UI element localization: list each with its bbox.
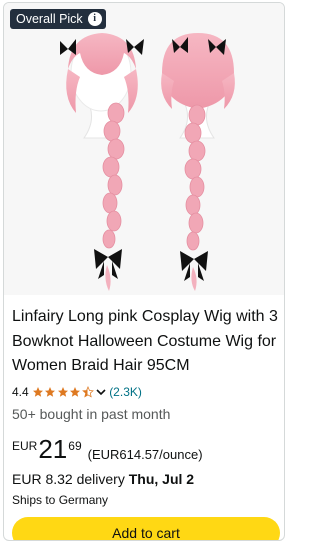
product-image[interactable]: Overall Pick i bbox=[4, 3, 284, 295]
wig-back-view bbox=[161, 33, 235, 291]
price-currency: EUR bbox=[12, 439, 38, 453]
wig-front-view bbox=[60, 33, 144, 291]
star-full-icon bbox=[70, 387, 81, 397]
price-fraction: 69 bbox=[68, 439, 82, 453]
badge-label: Overall Pick bbox=[16, 12, 83, 26]
info-icon[interactable]: i bbox=[87, 12, 102, 26]
price[interactable]: EUR 21 69 (EUR614.57/ounce) bbox=[12, 435, 203, 467]
wig-illustration bbox=[60, 33, 235, 291]
star-full-icon bbox=[45, 387, 56, 397]
shipping-note: Ships to Germany bbox=[12, 493, 109, 507]
bought-count: 50+ bought in past month bbox=[12, 406, 171, 422]
star-half-icon bbox=[81, 386, 94, 398]
rating-count-link[interactable]: (2.3K) bbox=[109, 385, 142, 399]
price-whole: 21 bbox=[38, 434, 68, 464]
star-full-icon bbox=[32, 387, 43, 397]
product-title[interactable]: Linfairy Long pink Cosplay Wig with 3 Bo… bbox=[12, 305, 282, 379]
star-rating[interactable] bbox=[32, 386, 110, 398]
delivery-cost: EUR 8.32 delivery bbox=[12, 471, 125, 487]
overall-pick-badge[interactable]: Overall Pick i bbox=[10, 9, 106, 29]
delivery-info: EUR 8.32 delivery Thu, Jul 2 bbox=[12, 471, 194, 487]
delivery-date: Thu, Jul 2 bbox=[128, 471, 195, 487]
chevron-down-icon[interactable] bbox=[96, 387, 106, 397]
product-card[interactable]: Overall Pick i Linfairy Long pink Cospla… bbox=[3, 2, 285, 541]
add-to-cart-button[interactable]: Add to cart bbox=[12, 517, 280, 540]
rating-row: 4.4 (2.3K) bbox=[12, 383, 142, 401]
rating-value: 4.4 bbox=[12, 385, 29, 399]
unit-price: (EUR614.57/ounce) bbox=[87, 447, 203, 462]
star-full-icon bbox=[57, 387, 68, 397]
